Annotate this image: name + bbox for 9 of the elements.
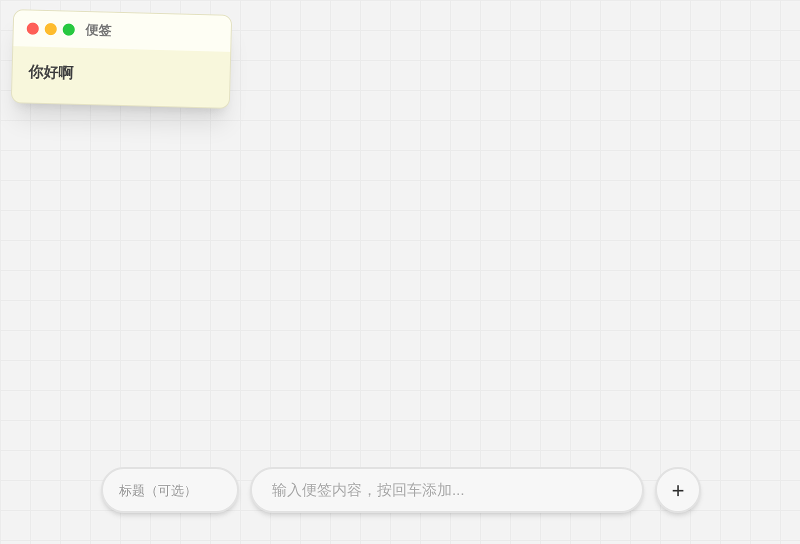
content-field[interactable]: 输入便签内容，按回车添加... <box>250 467 644 513</box>
maximize-icon[interactable] <box>62 23 75 36</box>
minimize-icon[interactable] <box>44 22 57 36</box>
add-button[interactable]: + <box>655 467 701 513</box>
note-title: 便签 <box>86 21 112 40</box>
note-content: 你好啊 <box>28 64 74 82</box>
sticky-note[interactable]: 便签 你好啊 <box>10 9 232 109</box>
close-icon[interactable] <box>26 22 39 35</box>
title-field[interactable]: 标题（可选） <box>101 467 239 513</box>
